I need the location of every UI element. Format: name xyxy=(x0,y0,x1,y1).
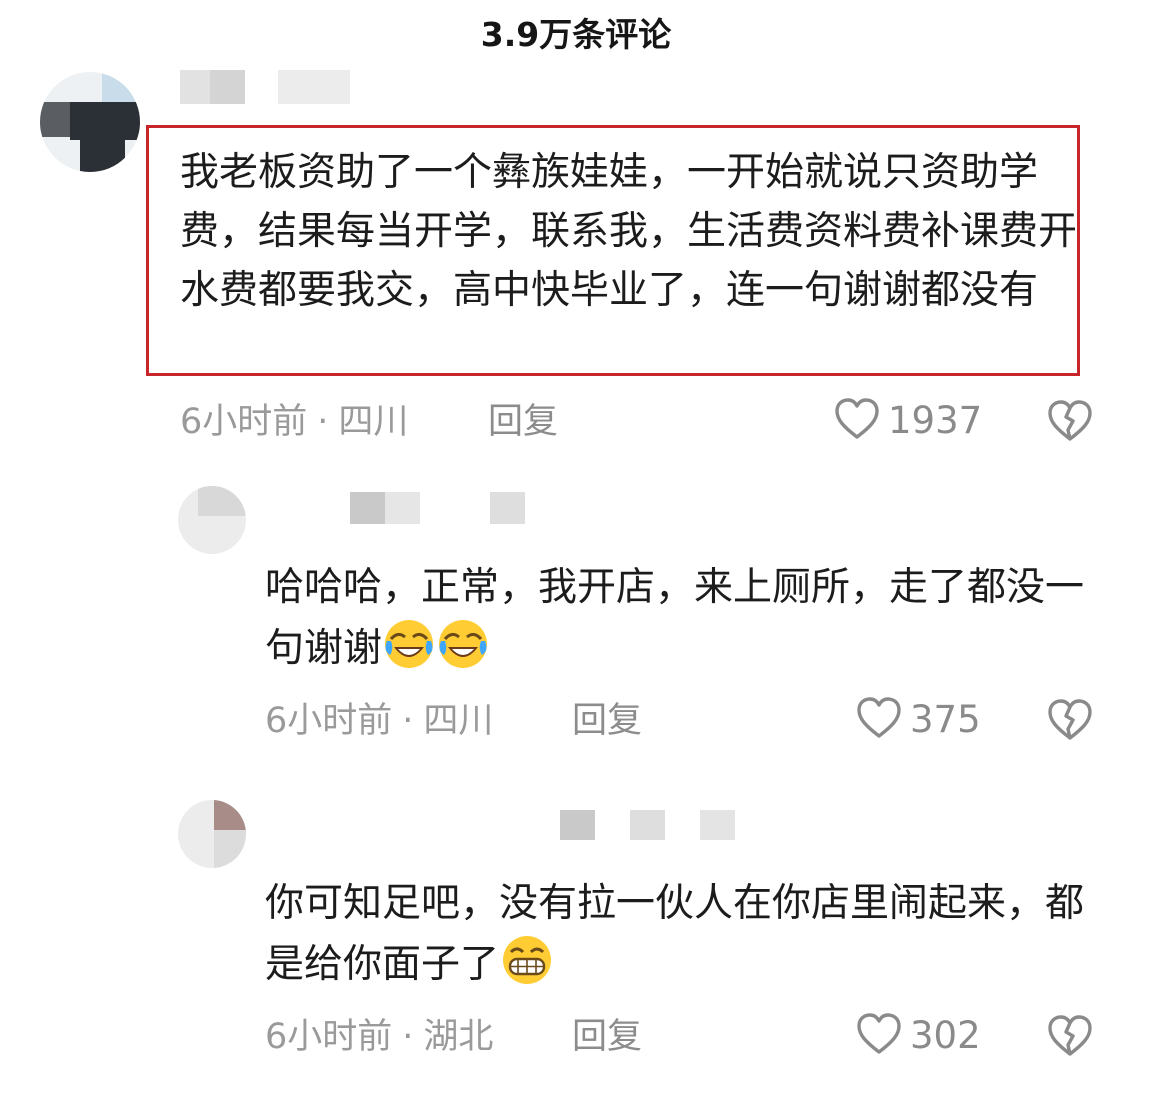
laugh-cry-emoji xyxy=(436,617,490,688)
comment-location: 湖北 xyxy=(423,1017,494,1057)
avatar[interactable] xyxy=(178,800,246,868)
comment-location: 四川 xyxy=(338,402,409,442)
comment-time: 6小时前 xyxy=(180,402,308,442)
comment-count-title: 3.9万条评论 xyxy=(480,15,672,54)
like-count: 302 xyxy=(910,1014,981,1057)
like-count: 375 xyxy=(910,698,981,741)
broken-heart-icon[interactable] xyxy=(1047,1014,1093,1062)
like-button[interactable]: 375 xyxy=(856,696,981,744)
heart-outline-icon xyxy=(834,397,880,445)
comment-text-body: 你可知足吧，没有拉一伙人在你店里闹起来，都是给你面子了 xyxy=(265,881,1085,987)
heart-outline-icon xyxy=(856,1012,902,1060)
comment-meta: 6小时前 · 四川 xyxy=(180,400,408,444)
laugh-cry-emoji xyxy=(382,617,436,688)
reply-button[interactable]: 回复 xyxy=(572,1015,642,1059)
grin-emoji xyxy=(499,933,555,1004)
heart-outline-icon xyxy=(856,696,902,744)
comment-text: 我老板资助了一个彝族娃娃，一开始就说只资助学费，结果每当开学，联系我，生活费资料… xyxy=(180,150,1078,313)
comment-location: 四川 xyxy=(423,701,494,741)
reply-button[interactable]: 回复 xyxy=(488,400,558,444)
broken-heart-icon[interactable] xyxy=(1047,698,1093,746)
meta-separator: · xyxy=(402,1017,414,1057)
broken-heart-icon[interactable] xyxy=(1047,399,1093,447)
reply-button[interactable]: 回复 xyxy=(572,699,642,743)
avatar[interactable] xyxy=(40,72,140,172)
comment-time: 6小时前 xyxy=(265,701,393,741)
like-count: 1937 xyxy=(888,399,983,442)
comment-time: 6小时前 xyxy=(265,1017,393,1057)
meta-separator: · xyxy=(317,402,329,442)
like-button[interactable]: 302 xyxy=(856,1012,981,1060)
meta-separator: · xyxy=(402,701,414,741)
avatar[interactable] xyxy=(178,486,246,554)
comment-text: 哈哈哈，正常，我开店，来上厕所，走了都没一句谢谢 xyxy=(265,558,1085,688)
comment-meta: 6小时前 · 四川 xyxy=(265,699,493,743)
comment-meta: 6小时前 · 湖北 xyxy=(265,1015,493,1059)
like-button[interactable]: 1937 xyxy=(834,397,983,445)
comment-text: 你可知足吧，没有拉一伙人在你店里闹起来，都是给你面子了 xyxy=(265,874,1085,1004)
